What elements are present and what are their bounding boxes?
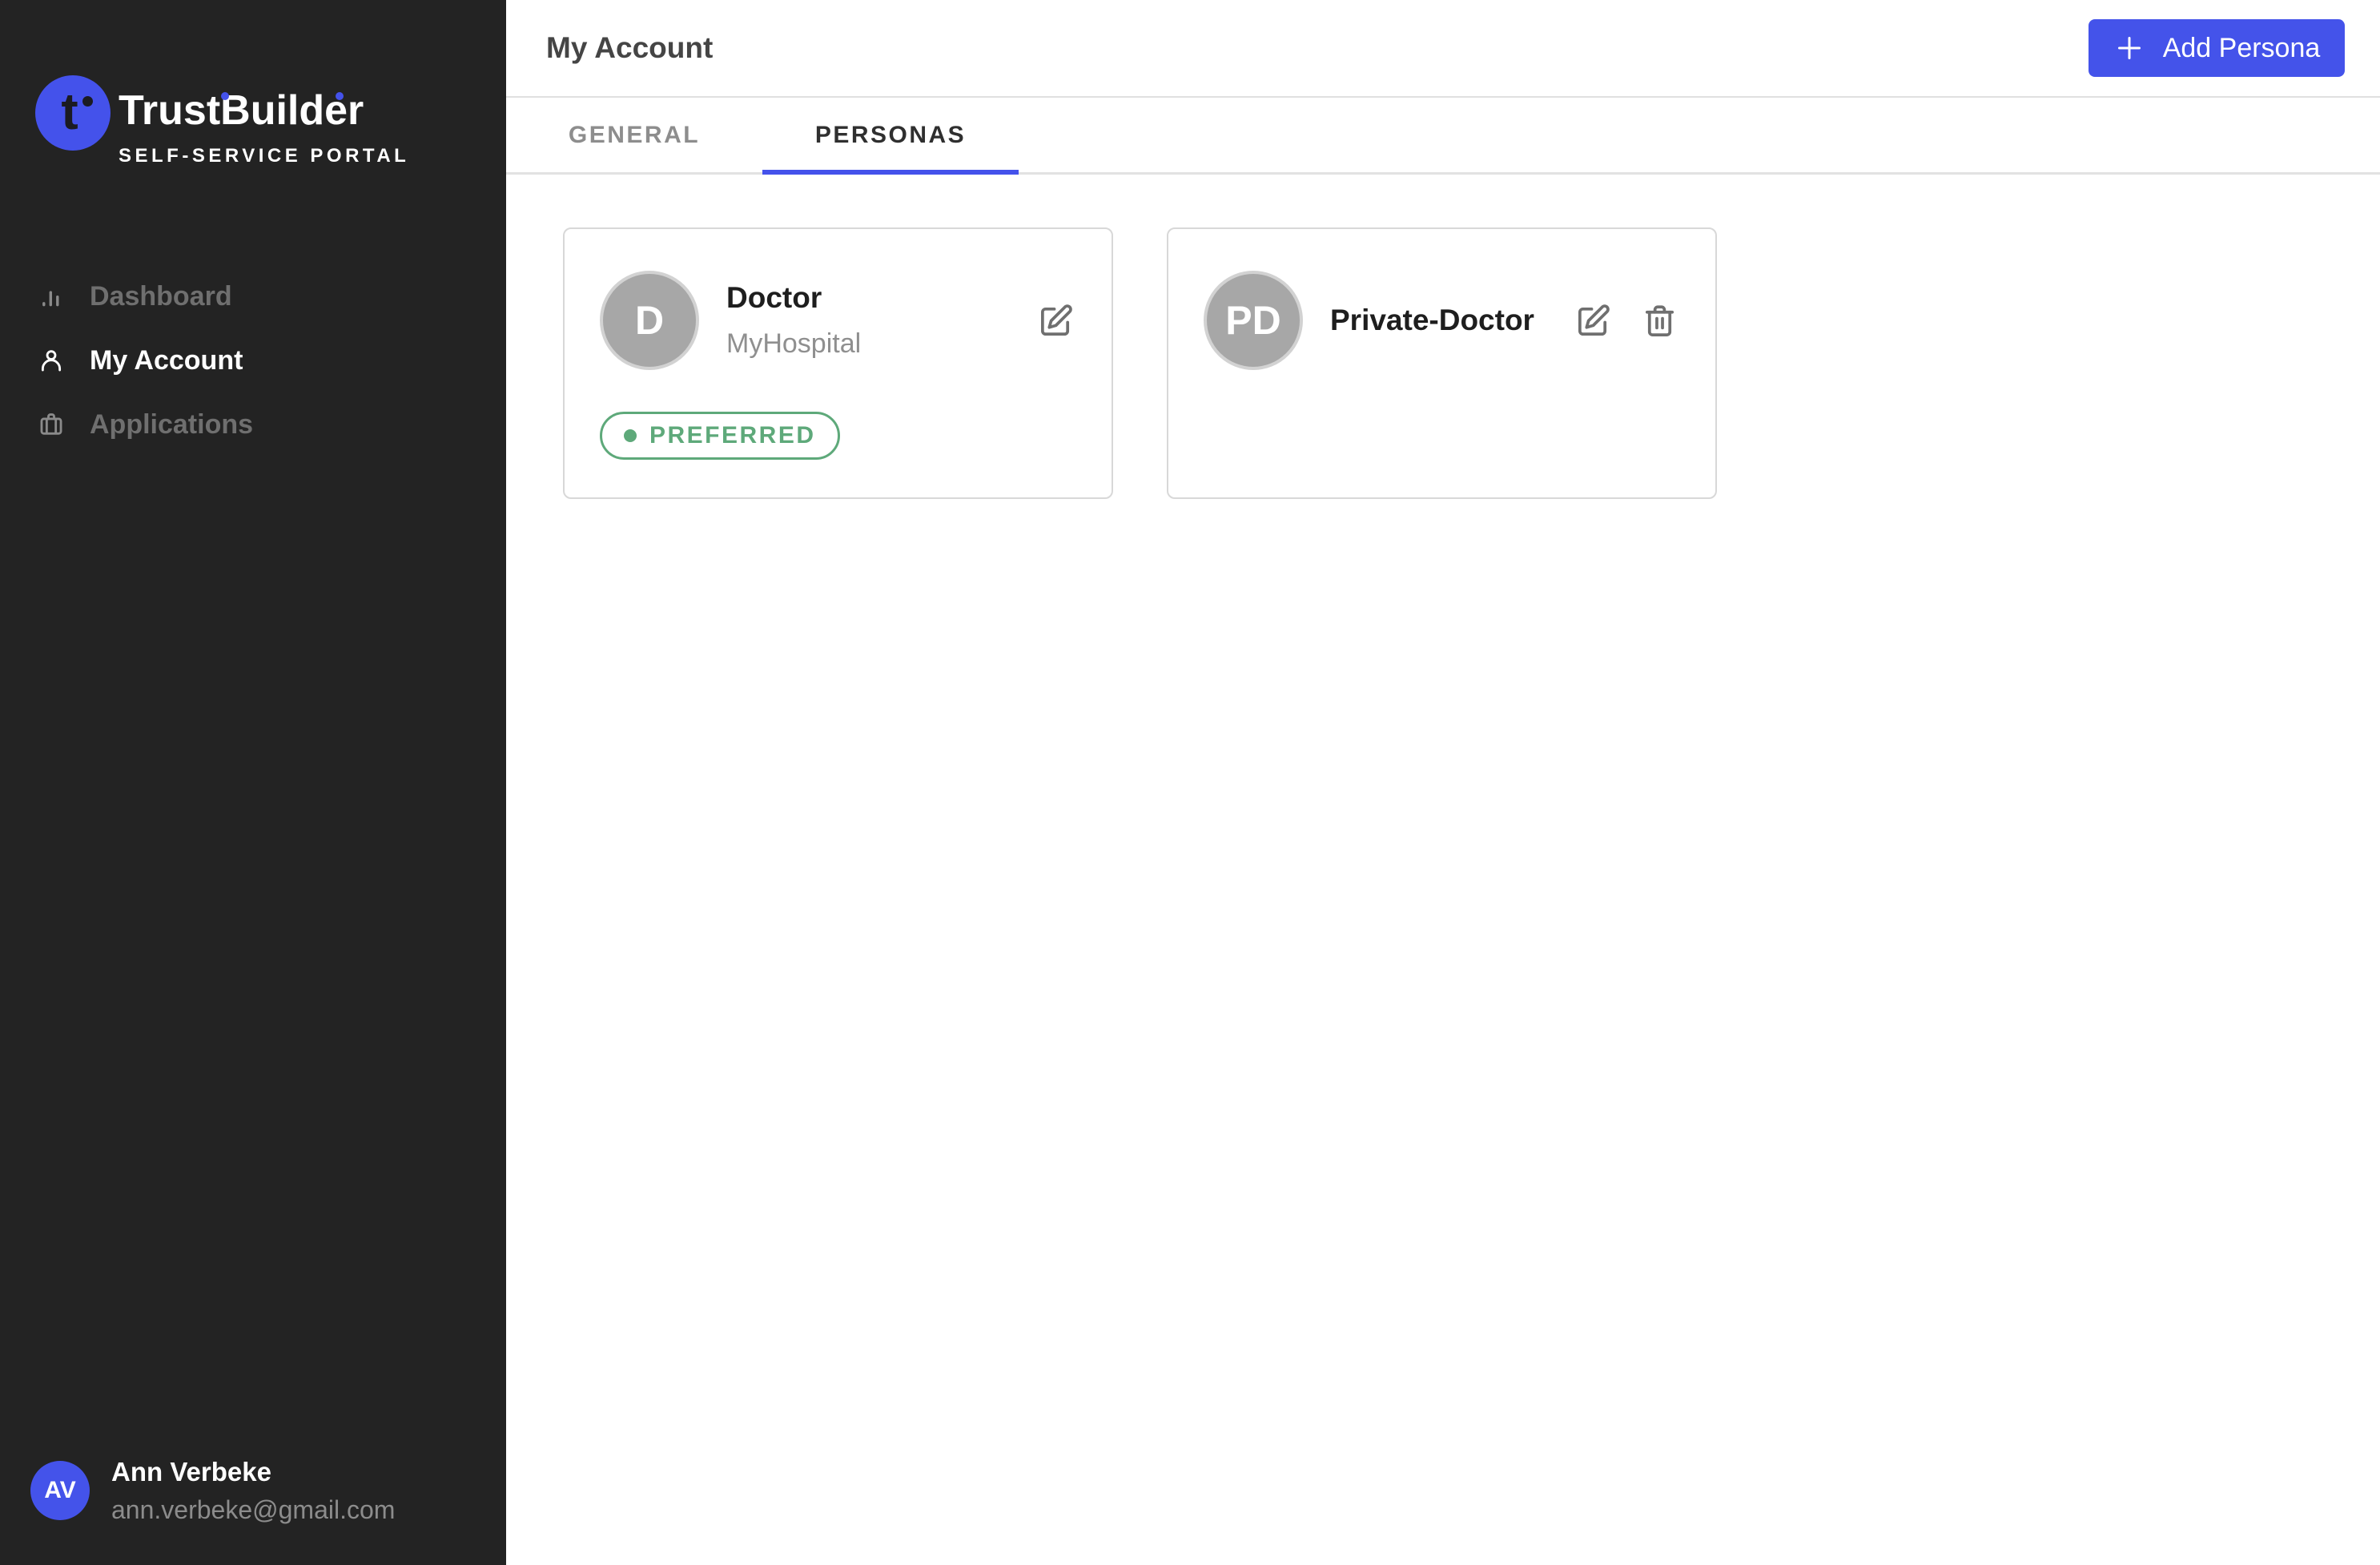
persona-card-private-doctor: PD Private-Doctor: [1167, 227, 1717, 499]
sidebar-item-my-account[interactable]: My Account: [0, 328, 506, 392]
user-name: Ann Verbeke: [111, 1456, 395, 1488]
bar-chart-icon: [38, 283, 65, 310]
logo-accent-dot: [82, 96, 93, 107]
persona-actions: [1574, 302, 1678, 340]
edit-persona-button[interactable]: [1574, 302, 1612, 340]
tab-general[interactable]: GENERAL: [506, 98, 762, 172]
sidebar-user[interactable]: AV Ann Verbeke ann.verbeke@gmail.com: [30, 1456, 395, 1525]
tab-label: GENERAL: [569, 122, 700, 149]
persona-name: Private-Doctor: [1330, 303, 1534, 338]
persona-initials: PD: [1225, 297, 1280, 344]
sidebar-item-label: Applications: [90, 409, 253, 441]
sidebar-item-applications[interactable]: Applications: [0, 392, 506, 457]
logo-accent-dot: [336, 92, 344, 100]
page-header: My Account Add Persona: [506, 0, 2380, 98]
persona-avatar: D: [600, 271, 699, 370]
user-initials: AV: [44, 1477, 75, 1504]
add-persona-label: Add Persona: [2163, 33, 2321, 64]
brand-logo: t TrustBuilder SELF-SERVICE PORTAL: [35, 75, 409, 167]
main-content: My Account Add Persona GENERAL PERSONAS: [506, 0, 2380, 1565]
tab-bar: GENERAL PERSONAS: [506, 98, 2380, 175]
sidebar-item-label: Dashboard: [90, 281, 232, 312]
trash-icon: [1641, 302, 1678, 340]
persona-info: Private-Doctor: [1330, 303, 1534, 338]
page-title: My Account: [546, 31, 713, 65]
brand-wordmark-block: TrustBuilder SELF-SERVICE PORTAL: [119, 75, 409, 167]
persona-row: PD Private-Doctor: [1204, 271, 1678, 370]
person-icon: [38, 347, 65, 374]
preferred-badge: PREFERRED: [600, 412, 840, 460]
brand-name-part1: Trust: [119, 87, 220, 134]
user-email: ann.verbeke@gmail.com: [111, 1495, 395, 1525]
persona-card-doctor: D Doctor MyHospital: [563, 227, 1113, 499]
persona-actions: [1037, 302, 1075, 340]
persona-initials: D: [635, 297, 664, 344]
badge-label: PREFERRED: [649, 422, 816, 449]
logo-accent-dot: [221, 92, 229, 100]
trustbuilder-logo-icon: t: [35, 75, 111, 151]
briefcase-icon: [38, 411, 65, 438]
persona-info: Doctor MyHospital: [726, 280, 861, 360]
portal-subtitle: SELF-SERVICE PORTAL: [119, 145, 409, 167]
edit-icon: [1574, 302, 1612, 340]
app-root: t TrustBuilder SELF-SERVICE PORTAL: [0, 0, 2380, 1565]
edit-persona-button[interactable]: [1037, 302, 1075, 340]
logo-letter: t: [61, 86, 78, 137]
persona-avatar: PD: [1204, 271, 1303, 370]
badge-dot-icon: [624, 429, 637, 442]
sidebar: t TrustBuilder SELF-SERVICE PORTAL: [0, 0, 506, 1565]
add-persona-button[interactable]: Add Persona: [2089, 19, 2345, 77]
sidebar-nav: Dashboard My Account: [0, 264, 506, 457]
user-meta: Ann Verbeke ann.verbeke@gmail.com: [111, 1456, 395, 1525]
persona-organization: MyHospital: [726, 328, 861, 360]
persona-row: D Doctor MyHospital: [600, 271, 1075, 370]
edit-icon: [1037, 302, 1075, 340]
sidebar-item-dashboard[interactable]: Dashboard: [0, 264, 506, 328]
tab-personas[interactable]: PERSONAS: [762, 98, 1019, 172]
persona-cards: D Doctor MyHospital: [506, 175, 2380, 499]
sidebar-item-label: My Account: [90, 345, 243, 376]
plus-icon: [2113, 32, 2145, 64]
tab-label: PERSONAS: [815, 122, 966, 149]
persona-name: Doctor: [726, 280, 861, 316]
brand-wordmark: TrustBuilder: [119, 88, 409, 134]
user-avatar: AV: [30, 1461, 90, 1520]
delete-persona-button[interactable]: [1641, 302, 1678, 340]
